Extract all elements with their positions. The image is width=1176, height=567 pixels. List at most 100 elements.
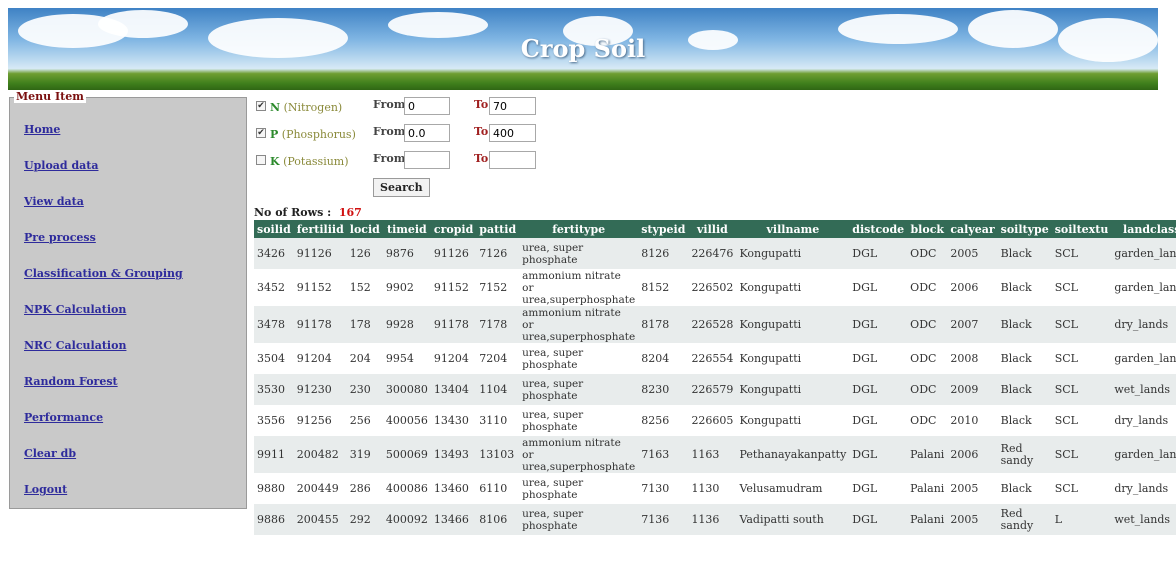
table-cell: 300080 xyxy=(382,374,431,405)
table-cell: 7126 xyxy=(476,238,520,269)
table-cell: Red sandy xyxy=(997,504,1052,535)
table-cell: Black xyxy=(997,306,1052,343)
column-header: fertiliid xyxy=(293,220,347,238)
table-cell: 400092 xyxy=(382,504,431,535)
table-cell: DGL xyxy=(849,343,908,374)
nitrogen-checkbox[interactable]: ✔ xyxy=(256,101,266,111)
table-cell: 3530 xyxy=(254,374,294,405)
phosphorus-checkbox[interactable]: ✔ xyxy=(256,128,266,138)
table-cell: L xyxy=(1051,504,1112,535)
nitrogen-to-label: To xyxy=(474,98,489,111)
menu-panel: Menu Item Home Upload data View data Pre… xyxy=(9,90,247,509)
table-cell: Kongupatti xyxy=(736,238,850,269)
table-cell: 9954 xyxy=(382,343,431,374)
table-cell: dry_lands xyxy=(1111,473,1176,504)
table-cell: 226528 xyxy=(688,306,737,343)
menu-item-nrc-calculation[interactable]: NRC Calculation xyxy=(24,339,183,375)
table-cell: 9928 xyxy=(382,306,431,343)
table-cell: 7136 xyxy=(638,504,689,535)
table-cell: 1130 xyxy=(688,473,737,504)
table-cell: 200449 xyxy=(293,473,347,504)
menu-item-performance[interactable]: Performance xyxy=(24,411,183,447)
table-cell: ammonium nitrate or urea,superphosphate xyxy=(519,306,639,343)
nitrogen-from-label: From xyxy=(373,98,406,111)
menu-item-npk-calculation[interactable]: NPK Calculation xyxy=(24,303,183,339)
table-cell: DGL xyxy=(849,504,908,535)
table-cell: 226554 xyxy=(688,343,737,374)
table-cell: 91204 xyxy=(293,343,347,374)
potassium-to-input[interactable] xyxy=(489,151,536,169)
table-cell: 91256 xyxy=(293,405,347,436)
table-cell: 152 xyxy=(346,269,383,306)
menu-item-clear-db[interactable]: Clear db xyxy=(24,447,183,483)
table-cell: Pethanayakanpatty xyxy=(736,436,850,473)
column-header: pattid xyxy=(476,220,520,238)
table-cell: 13430 xyxy=(430,405,477,436)
table-cell: ODC xyxy=(907,343,948,374)
table-cell: urea, super phosphate xyxy=(519,504,639,535)
table-cell: 9880 xyxy=(254,473,294,504)
phosphorus-to-input[interactable] xyxy=(489,124,536,142)
table-cell: 91204 xyxy=(430,343,477,374)
table-cell: 8230 xyxy=(638,374,689,405)
table-cell: 13460 xyxy=(430,473,477,504)
table-cell: SCL xyxy=(1051,405,1112,436)
phosphorus-label: P (Phosphorus) xyxy=(270,128,356,141)
table-cell: 126 xyxy=(346,238,383,269)
table-cell: SCL xyxy=(1051,238,1112,269)
nitrogen-label: N (Nitrogen) xyxy=(270,101,343,114)
header-banner: Crop Soil xyxy=(8,8,1158,90)
search-button[interactable]: Search xyxy=(373,178,430,197)
table-cell: 7152 xyxy=(476,269,520,306)
nitrogen-from-input[interactable] xyxy=(404,97,450,115)
table-cell: 8256 xyxy=(638,405,689,436)
menu-item-upload-data[interactable]: Upload data xyxy=(24,159,183,195)
potassium-label: K (Potassium) xyxy=(270,155,349,168)
menu-item-classification-grouping[interactable]: Classification & Grouping xyxy=(24,267,183,303)
column-header: villname xyxy=(736,220,850,238)
table-cell: urea, super phosphate xyxy=(519,405,639,436)
menu-item-pre-process[interactable]: Pre process xyxy=(24,231,183,267)
page-title: Crop Soil xyxy=(520,34,646,63)
table-cell: Kongupatti xyxy=(736,269,850,306)
menu-item-home[interactable]: Home xyxy=(24,123,183,159)
table-cell: dry_lands xyxy=(1111,405,1176,436)
table-cell: Palani xyxy=(907,504,948,535)
potassium-from-label: From xyxy=(373,152,406,165)
table-cell: 226579 xyxy=(688,374,737,405)
menu-item-random-forest[interactable]: Random Forest xyxy=(24,375,183,411)
table-cell: 8204 xyxy=(638,343,689,374)
column-header: locid xyxy=(346,220,383,238)
table-row: 3426 91126 126 9876 91126 7126 urea, super pho… xyxy=(254,238,1176,269)
table-cell: 7163 xyxy=(638,436,689,473)
menu-item-logout[interactable]: Logout xyxy=(24,483,183,519)
table-cell: SCL xyxy=(1051,473,1112,504)
table-cell: Black xyxy=(997,374,1052,405)
nitrogen-to-input[interactable] xyxy=(489,97,536,115)
table-cell: 91230 xyxy=(293,374,347,405)
column-header: stypeid xyxy=(638,220,689,238)
table-cell: 204 xyxy=(346,343,383,374)
row-count: No of Rows : 167 xyxy=(254,206,362,219)
table-cell: 400056 xyxy=(382,405,431,436)
table-cell: 91152 xyxy=(430,269,477,306)
table-cell: 2008 xyxy=(947,343,998,374)
phosphorus-from-input[interactable] xyxy=(404,124,450,142)
menu-item-view-data[interactable]: View data xyxy=(24,195,183,231)
table-header: soilid fertiliid locid timeid cropid pattid fe… xyxy=(254,220,1176,238)
table-cell: DGL xyxy=(849,473,908,504)
table-row: 9880 200449 286 400086 13460 6110 urea, super … xyxy=(254,473,1176,504)
row-count-value: 167 xyxy=(338,206,362,219)
column-header: fertitype xyxy=(519,220,639,238)
table-cell: 8152 xyxy=(638,269,689,306)
column-header: cropid xyxy=(430,220,477,238)
table-cell: ODC xyxy=(907,238,948,269)
table-cell: 226502 xyxy=(688,269,737,306)
potassium-from-input[interactable] xyxy=(404,151,450,169)
table-cell: urea, super phosphate xyxy=(519,238,639,269)
phosphorus-to-label: To xyxy=(474,125,489,138)
potassium-checkbox[interactable] xyxy=(256,155,266,165)
table-cell: 3452 xyxy=(254,269,294,306)
table-cell: Palani xyxy=(907,436,948,473)
column-header: timeid xyxy=(382,220,431,238)
